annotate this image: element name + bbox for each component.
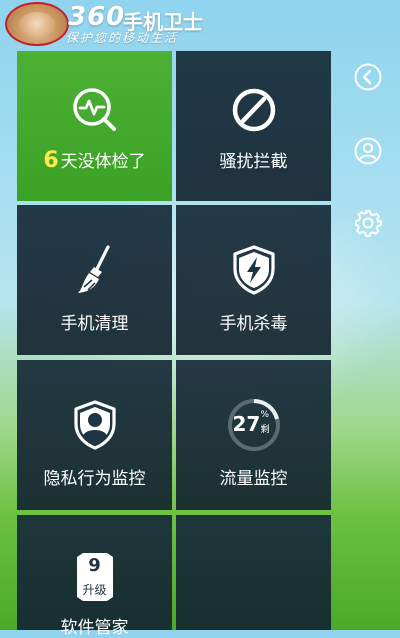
tile-harassment-label: 骚扰拦截	[219, 152, 288, 172]
tile-checkup-label: 6 天没体检了	[17, 147, 172, 173]
tile-traffic-monitor[interactable]: 27 % 剩 流量监控	[176, 360, 331, 510]
shield-bolt-icon	[227, 243, 281, 297]
avatar[interactable]	[5, 2, 69, 46]
user-circle-icon[interactable]	[353, 136, 383, 166]
upgrade-badge-text: 升级	[82, 583, 107, 597]
tile-virus-label: 手机杀毒	[219, 314, 288, 334]
upgrade-count: 9	[88, 555, 101, 576]
back-circle-icon[interactable]	[353, 62, 383, 92]
tile-privacy-monitor[interactable]: 隐私行为监控	[17, 360, 172, 510]
gear-icon[interactable]	[353, 208, 383, 238]
tile-phone-cleanup[interactable]: 手机清理	[17, 205, 172, 355]
tile-virus-scan[interactable]: 手机杀毒	[176, 205, 331, 355]
block-icon	[227, 83, 281, 137]
tile-privacy-label: 隐私行为监控	[43, 469, 146, 489]
traffic-gauge-sub: 剩	[260, 425, 270, 435]
brand-slogan: 保护您的移动生活	[66, 31, 179, 45]
traffic-ring-icon: 27 % 剩	[225, 396, 283, 454]
shield-person-icon	[68, 398, 122, 452]
checkup-text: 天没体检了	[60, 152, 146, 172]
brand-logo-number: 360	[68, 2, 126, 32]
tile-software-label: 软件管家	[60, 618, 129, 638]
health-check-icon	[68, 83, 122, 137]
tile-harassment-block[interactable]: 骚扰拦截	[176, 51, 331, 201]
avatar-photo	[19, 12, 55, 38]
upgrade-badge-icon: 9 升级	[73, 551, 117, 603]
tile-empty	[176, 515, 331, 630]
tile-cleanup-label: 手机清理	[60, 314, 129, 334]
tile-checkup[interactable]: 6 天没体检了	[17, 51, 172, 201]
tile-software-manager[interactable]: 9 升级 软件管家	[17, 515, 172, 638]
traffic-gauge-value: 27	[232, 412, 261, 436]
broom-icon	[68, 243, 122, 297]
days-count: 6	[43, 148, 59, 173]
tile-traffic-label: 流量监控	[219, 469, 288, 489]
traffic-gauge-unit: %	[260, 410, 270, 420]
